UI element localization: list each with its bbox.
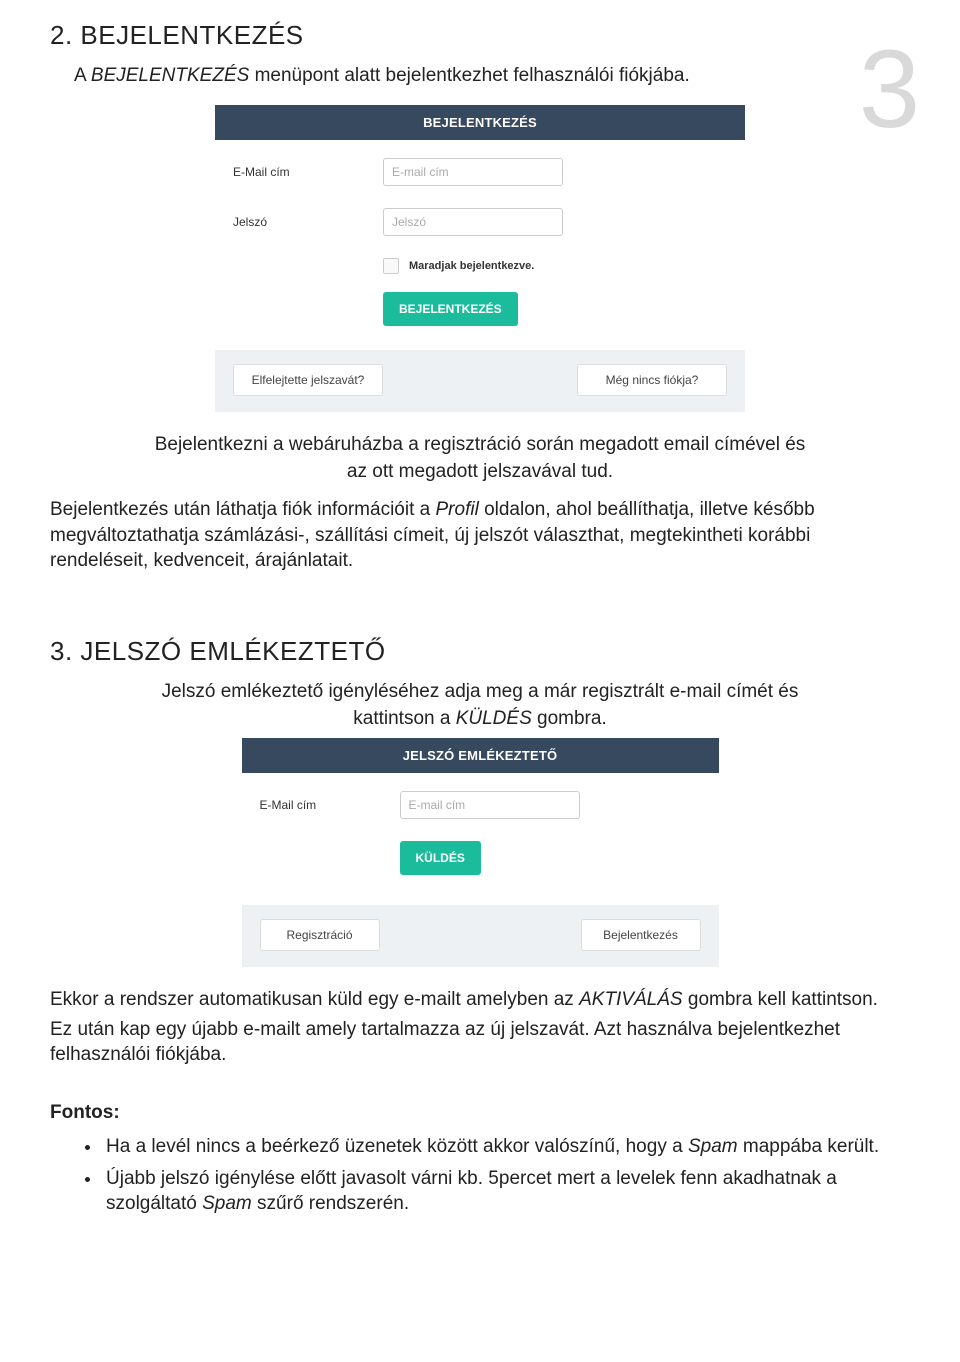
section2-para2: Ez után kap egy újabb e-mailt amely tart… [50, 1017, 910, 1068]
text: Ha a levél nincs a beérkező üzenetek köz… [106, 1136, 688, 1157]
password-label: Jelszó [233, 215, 383, 229]
no-account-link[interactable]: Még nincs fiókja? [577, 364, 727, 396]
page-number: 3 [859, 35, 920, 145]
section1-para3: Bejelentkezés után láthatja fiók informá… [50, 497, 910, 574]
form-footer-links: Regisztráció Bejelentkezés [242, 905, 719, 955]
text-italic: KÜLDÉS [456, 708, 532, 729]
text: mappába került. [738, 1136, 880, 1157]
section2-intro-line2: kattintson a KÜLDÉS gombra. [90, 706, 870, 732]
stay-logged-in-label: Maradjak bejelentkezve. [409, 260, 534, 272]
reminder-form-screenshot: JELSZÓ EMLÉKEZTETŐ E-Mail cím KÜLDÉS Reg… [242, 738, 719, 967]
submit-wrap: BEJELENTKEZÉS [383, 292, 727, 326]
text-italic: BEJELENTKEZÉS [91, 65, 249, 86]
register-link[interactable]: Regisztráció [260, 919, 380, 951]
form-header: JELSZÓ EMLÉKEZTETŐ [242, 738, 719, 773]
text-italic: Spam [688, 1136, 738, 1157]
email-field[interactable] [400, 791, 580, 819]
submit-wrap: KÜLDÉS [400, 841, 701, 875]
email-label: E-Mail cím [260, 798, 400, 812]
text-italic: Profil [436, 499, 479, 520]
email-row: E-Mail cím [260, 791, 701, 819]
section-heading-reminder: 3. JELSZÓ EMLÉKEZTETŐ [50, 636, 910, 667]
section-heading-login: 2. BEJELENTKEZÉS [50, 20, 910, 51]
stay-logged-in-checkbox[interactable] [383, 258, 399, 274]
login-link[interactable]: Bejelentkezés [581, 919, 701, 951]
form-header: BEJELENTKEZÉS [215, 105, 745, 140]
text: gombra. [532, 708, 607, 729]
text: Bejelentkezés után láthatja fiók informá… [50, 499, 436, 520]
form-body: E-Mail cím Jelszó Maradjak bejelentkezve… [215, 140, 745, 350]
email-field[interactable] [383, 158, 563, 186]
list-item: Újabb jelszó igénylése előtt javasolt vá… [102, 1166, 910, 1217]
send-button[interactable]: KÜLDÉS [400, 841, 481, 875]
spacer [50, 578, 910, 636]
email-row: E-Mail cím [233, 158, 727, 186]
text: A [74, 65, 91, 86]
text: szűrő rendszerén. [252, 1193, 409, 1214]
login-form-screenshot: BEJELENTKEZÉS E-Mail cím Jelszó Maradjak… [215, 105, 745, 412]
text-italic: AKTIVÁLÁS [579, 989, 683, 1010]
email-label: E-Mail cím [233, 165, 383, 179]
form-body: E-Mail cím KÜLDÉS [242, 773, 719, 905]
password-field[interactable] [383, 208, 563, 236]
text: kattintson a [353, 708, 455, 729]
forgot-password-link[interactable]: Elfelejtette jelszavát? [233, 364, 383, 396]
section1-intro: A BEJELENTKEZÉS menüpont alatt bejelentk… [74, 63, 910, 89]
text: gombra kell kattintson. [683, 989, 878, 1010]
text: menüpont alatt bejelentkezhet felhasznál… [249, 65, 689, 86]
section2-intro-line1: Jelszó emlékeztető igényléséhez adja meg… [90, 679, 870, 705]
section1-para2-line1: Bejelentkezni a webáruházba a regisztrác… [90, 432, 870, 458]
section2-para1: Ekkor a rendszer automatikusan küld egy … [50, 987, 910, 1013]
stay-logged-in-row: Maradjak bejelentkezve. [383, 258, 727, 274]
password-row: Jelszó [233, 208, 727, 236]
section1-para2-line2: az ott megadott jelszavával tud. [90, 459, 870, 485]
important-list: Ha a levél nincs a beérkező üzenetek köz… [102, 1134, 910, 1217]
login-button[interactable]: BEJELENTKEZÉS [383, 292, 518, 326]
text-italic: Spam [202, 1193, 252, 1214]
form-footer-links: Elfelejtette jelszavát? Még nincs fiókja… [215, 350, 745, 400]
important-label: Fontos: [50, 1102, 910, 1124]
list-item: Ha a levél nincs a beérkező üzenetek köz… [102, 1134, 910, 1160]
text: Ekkor a rendszer automatikusan küld egy … [50, 989, 579, 1010]
